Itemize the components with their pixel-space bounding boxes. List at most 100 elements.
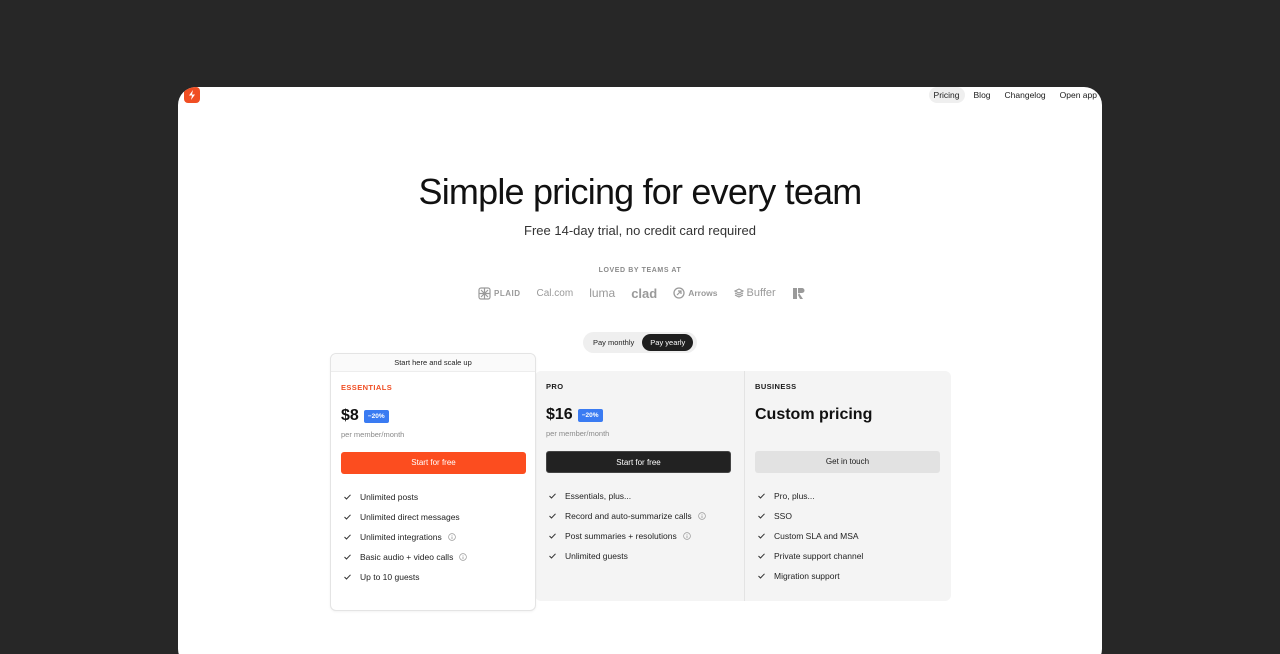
feature-item: Post summaries + resolutions xyxy=(546,526,734,546)
feature-text: Private support channel xyxy=(774,551,864,561)
plan-name: ESSENTIALS xyxy=(341,383,393,392)
info-icon[interactable] xyxy=(459,553,468,561)
toggle-yearly[interactable]: Pay yearly xyxy=(642,334,694,351)
plaid-icon xyxy=(478,286,491,300)
feature-text: Record and auto-summarize calls xyxy=(565,511,692,521)
logo-plaid: PLAID xyxy=(478,286,521,300)
check-icon xyxy=(549,533,557,539)
feature-list: Pro, plus... SSO Custom SLA and MSA Priv… xyxy=(755,486,941,586)
feature-text: Unlimited guests xyxy=(565,551,628,561)
feature-item: Unlimited posts xyxy=(341,487,525,507)
plan-per-unit: per member/month xyxy=(341,430,405,439)
feature-list: Essentials, plus... Record and auto-summ… xyxy=(546,486,734,566)
feature-text: Unlimited integrations xyxy=(360,532,442,542)
check-icon xyxy=(344,494,352,500)
plan-recommended-tag: Start here and scale up xyxy=(331,354,535,372)
feature-text: Pro, plus... xyxy=(774,491,815,501)
plan-essentials: Start here and scale up ESSENTIALS $8 −2… xyxy=(330,353,536,611)
arrows-icon xyxy=(673,287,685,299)
check-icon xyxy=(344,554,352,560)
info-icon[interactable] xyxy=(682,532,691,540)
logo-buffer: Buffer xyxy=(733,287,776,299)
logo-calcom: Cal.com xyxy=(537,288,574,299)
pricing-plans: Start here and scale up ESSENTIALS $8 −2… xyxy=(330,353,952,613)
feature-item: Record and auto-summarize calls xyxy=(546,506,734,526)
get-in-touch-button[interactable]: Get in touch xyxy=(755,451,940,473)
top-nav: Pricing Blog Changelog Open app xyxy=(928,87,1102,103)
info-icon[interactable] xyxy=(447,533,456,541)
check-icon xyxy=(549,513,557,519)
logo-clad: clad xyxy=(631,286,657,301)
feature-item: Up to 10 guests xyxy=(341,567,525,587)
logo-luma-text: luma xyxy=(589,286,616,300)
check-icon xyxy=(758,513,766,519)
check-icon xyxy=(344,514,352,520)
page-title: Simple pricing for every team xyxy=(418,171,863,212)
nav-blog[interactable]: Blog xyxy=(969,87,996,103)
plan-price-row: $16 −20% xyxy=(546,406,734,424)
feature-item: Migration support xyxy=(755,566,941,586)
plan-name: PRO xyxy=(546,382,564,391)
feature-text: Custom SLA and MSA xyxy=(774,531,859,541)
logo-arrows-text: Arrows xyxy=(688,288,718,298)
feature-text: Unlimited direct messages xyxy=(360,512,460,522)
nav-pricing[interactable]: Pricing xyxy=(928,87,965,103)
check-icon xyxy=(758,553,766,559)
feature-item: SSO xyxy=(755,506,941,526)
logo-r: R xyxy=(792,287,805,300)
check-icon xyxy=(758,573,766,579)
feature-item: Essentials, plus... xyxy=(546,486,734,506)
check-icon xyxy=(344,574,352,580)
feature-list: Unlimited posts Unlimited direct message… xyxy=(341,487,525,587)
feature-item: Private support channel xyxy=(755,546,941,566)
feature-text: Post summaries + resolutions xyxy=(565,531,677,541)
feature-text: Up to 10 guests xyxy=(360,572,420,582)
discount-badge: −20% xyxy=(577,408,603,422)
nav-changelog[interactable]: Changelog xyxy=(1000,87,1051,103)
check-icon xyxy=(549,553,557,559)
check-icon xyxy=(344,534,352,540)
logo-clad-text: clad xyxy=(631,285,658,301)
logo-luma: luma xyxy=(589,286,615,300)
logo-plaid-text: PLAID xyxy=(494,288,521,298)
customer-logos: PLAID Cal.com luma clad Arrows Buffer R xyxy=(478,285,805,301)
discount-badge: −20% xyxy=(363,409,389,423)
plan-pro: PRO $16 −20% per member/month Start for … xyxy=(536,371,744,601)
r-logo-icon xyxy=(792,287,805,299)
feature-item: Basic audio + video calls xyxy=(341,547,525,567)
page-subtitle: Free 14-day trial, no credit card requir… xyxy=(524,223,756,238)
buffer-icon xyxy=(733,288,744,298)
feature-item: Pro, plus... xyxy=(755,486,941,506)
plan-price: Custom pricing xyxy=(755,406,873,423)
start-free-button[interactable]: Start for free xyxy=(341,452,526,474)
start-free-button[interactable]: Start for free xyxy=(546,451,731,473)
feature-text: SSO xyxy=(774,511,792,521)
feature-text: Migration support xyxy=(774,571,840,581)
feature-text: Basic audio + video calls xyxy=(360,552,454,562)
plan-price: $8 xyxy=(341,407,359,424)
check-icon xyxy=(758,533,766,539)
info-icon[interactable] xyxy=(697,512,706,520)
feature-text: Essentials, plus... xyxy=(565,491,632,501)
plan-business: BUSINESS Custom pricing Get in touch Pro… xyxy=(745,371,951,601)
feature-item: Custom SLA and MSA xyxy=(755,526,941,546)
bolt-icon[interactable] xyxy=(184,87,200,103)
plan-per-unit: per member/month xyxy=(546,429,610,438)
billing-toggle: Pay monthly Pay yearly xyxy=(583,332,697,353)
toggle-monthly[interactable]: Pay monthly xyxy=(585,334,642,351)
logo-calcom-text: Cal.com xyxy=(536,287,574,299)
feature-item: Unlimited direct messages xyxy=(341,507,525,527)
plan-price: $16 xyxy=(546,406,573,423)
logo-buffer-text: Buffer xyxy=(746,287,776,299)
logo-arrows: Arrows xyxy=(673,287,718,299)
plan-price-row: $8 −20% xyxy=(341,407,525,425)
check-icon xyxy=(549,493,557,499)
plan-name: BUSINESS xyxy=(755,382,797,391)
feature-item: Unlimited integrations xyxy=(341,527,525,547)
nav-open-app[interactable]: Open app xyxy=(1055,87,1102,103)
customers-label: LOVED BY TEAMS AT xyxy=(598,267,682,274)
feature-item: Unlimited guests xyxy=(546,546,734,566)
check-icon xyxy=(758,493,766,499)
browser-window: Pricing Blog Changelog Open app Simple p… xyxy=(178,87,1102,654)
feature-text: Unlimited posts xyxy=(360,492,419,502)
